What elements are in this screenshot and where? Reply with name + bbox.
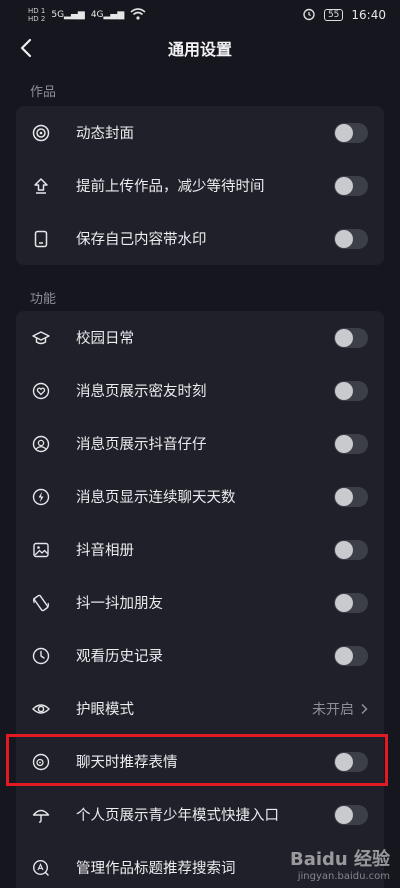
sticker-icon bbox=[32, 753, 50, 771]
douyin-zaizai-toggle[interactable] bbox=[334, 433, 368, 454]
setting-row-close-friends[interactable]: 消息页展示密友时刻 bbox=[16, 364, 384, 417]
heart-circle-icon bbox=[32, 382, 50, 400]
setting-row-chat-streak[interactable]: 消息页显示连续聊天天数 bbox=[16, 470, 384, 523]
umbrella-icon bbox=[32, 806, 50, 824]
teen-mode-toggle[interactable] bbox=[334, 804, 368, 825]
page-title: 通用设置 bbox=[167, 40, 232, 59]
hd-indicator: HD 1 HD 2 bbox=[28, 7, 45, 23]
alarm-icon bbox=[302, 7, 316, 24]
upload-icon bbox=[32, 177, 50, 195]
signal-icon: 5G▂▄▆ bbox=[51, 10, 85, 20]
chat-streak-toggle[interactable] bbox=[334, 486, 368, 507]
toggle-knob bbox=[335, 752, 353, 771]
toggle-knob bbox=[335, 434, 353, 453]
preupload-toggle[interactable] bbox=[334, 175, 368, 196]
feature-settings-card: 校园日常 消息页展示密友时刻 消息页展示抖音仔仔 消息页显示连续聊天天数 抖音相… bbox=[16, 311, 384, 888]
status-left: HD 1 HD 2 5G▂▄▆ 4G▂▄▆ bbox=[28, 7, 146, 23]
setting-label: 校园日常 bbox=[76, 331, 134, 347]
setting-label: 聊天时推荐表情 bbox=[76, 755, 178, 771]
chevron-right-icon bbox=[361, 703, 368, 714]
baidu-watermark: Baidu 经验 jingyan.baidu.com bbox=[290, 845, 390, 882]
save-watermark-toggle[interactable] bbox=[334, 228, 368, 249]
clock-time: 16:40 bbox=[351, 8, 386, 22]
setting-label: 消息页展示抖音仔仔 bbox=[76, 437, 207, 453]
setting-label: 观看历史记录 bbox=[76, 649, 163, 665]
toggle-knob bbox=[335, 540, 353, 559]
toggle-knob bbox=[335, 176, 353, 195]
flash-icon bbox=[32, 488, 50, 506]
setting-label: 消息页显示连续聊天天数 bbox=[76, 490, 236, 506]
battery-icon: 55 bbox=[323, 9, 344, 21]
setting-row-dynamic-cover[interactable]: 动态封面 bbox=[16, 106, 384, 159]
search-a-icon bbox=[32, 859, 50, 877]
setting-row-chat-sticker[interactable]: 聊天时推荐表情 bbox=[16, 735, 384, 788]
shake-friends-toggle[interactable] bbox=[334, 592, 368, 613]
section-header-works: 作品 bbox=[30, 85, 57, 100]
close-friends-toggle[interactable] bbox=[334, 380, 368, 401]
avatar-circle-icon bbox=[32, 435, 50, 453]
setting-label: 抖音相册 bbox=[76, 543, 134, 559]
setting-label: 提前上传作品，减少等待时间 bbox=[76, 179, 265, 195]
setting-row-campus[interactable]: 校园日常 bbox=[16, 311, 384, 364]
dynamic-cover-toggle[interactable] bbox=[334, 122, 368, 143]
setting-row-preupload[interactable]: 提前上传作品，减少等待时间 bbox=[16, 159, 384, 212]
hd2-label: HD 2 bbox=[28, 15, 46, 23]
toggle-knob bbox=[335, 805, 353, 824]
toggle-knob bbox=[335, 593, 353, 612]
watermark-url: jingyan.baidu.com bbox=[297, 871, 390, 882]
toggle-knob bbox=[335, 229, 353, 248]
eye-care-value: 未开启 bbox=[312, 701, 354, 718]
status-bar: HD 1 HD 2 5G▂▄▆ 4G▂▄▆ 55 16:40 bbox=[0, 0, 400, 30]
setting-row-album[interactable]: 抖音相册 bbox=[16, 523, 384, 576]
watermark-brand: Baidu 经验 bbox=[289, 849, 390, 870]
setting-row-teen-mode[interactable]: 个人页展示青少年模式快捷入口 bbox=[16, 788, 384, 841]
setting-label: 护眼模式 bbox=[76, 702, 134, 718]
setting-row-douyin-zaizai[interactable]: 消息页展示抖音仔仔 bbox=[16, 417, 384, 470]
hd1-label: HD 1 bbox=[28, 7, 46, 15]
back-button[interactable] bbox=[12, 34, 40, 62]
chevron-left-icon bbox=[20, 38, 32, 58]
dynamic-cover-icon bbox=[32, 124, 50, 142]
status-right: 55 16:40 bbox=[302, 7, 386, 24]
campus-toggle[interactable] bbox=[334, 327, 368, 348]
works-settings-card: 动态封面 提前上传作品，减少等待时间 保存自己内容带水印 bbox=[16, 106, 384, 265]
setting-row-watch-history[interactable]: 观看历史记录 bbox=[16, 629, 384, 682]
toggle-knob bbox=[335, 646, 353, 665]
album-icon bbox=[32, 541, 50, 559]
setting-label: 保存自己内容带水印 bbox=[76, 232, 207, 248]
watch-history-toggle[interactable] bbox=[334, 645, 368, 666]
album-toggle[interactable] bbox=[334, 539, 368, 560]
campus-icon bbox=[32, 329, 50, 347]
shake-phone-icon bbox=[32, 594, 50, 612]
eye-care-status[interactable]: 未开启 bbox=[312, 682, 368, 735]
toggle-knob bbox=[335, 381, 353, 400]
eye-icon bbox=[32, 700, 50, 718]
signal-icon-2: 4G▂▄▆ bbox=[90, 10, 125, 20]
setting-label: 消息页展示密友时刻 bbox=[76, 384, 207, 400]
setting-label: 动态封面 bbox=[76, 126, 134, 142]
setting-row-save-watermark[interactable]: 保存自己内容带水印 bbox=[16, 212, 384, 265]
nav-bar: 通用设置 bbox=[0, 30, 400, 66]
toggle-knob bbox=[335, 328, 353, 347]
wifi-icon bbox=[130, 7, 146, 23]
section-header-features: 功能 bbox=[30, 292, 57, 307]
setting-row-eye-care[interactable]: 护眼模式 未开启 bbox=[16, 682, 384, 735]
setting-label: 个人页展示青少年模式快捷入口 bbox=[76, 808, 279, 824]
chat-sticker-toggle[interactable] bbox=[334, 751, 368, 772]
setting-row-shake-friends[interactable]: 抖一抖加朋友 bbox=[16, 576, 384, 629]
toggle-knob bbox=[335, 123, 353, 142]
setting-label: 抖一抖加朋友 bbox=[76, 596, 163, 612]
toggle-knob bbox=[335, 487, 353, 506]
signal1-label: 5G bbox=[51, 10, 65, 20]
clock-icon bbox=[32, 647, 50, 665]
signal2-label: 4G bbox=[90, 10, 104, 20]
watermark-icon bbox=[32, 230, 50, 248]
setting-label: 管理作品标题推荐搜索词 bbox=[76, 861, 236, 877]
